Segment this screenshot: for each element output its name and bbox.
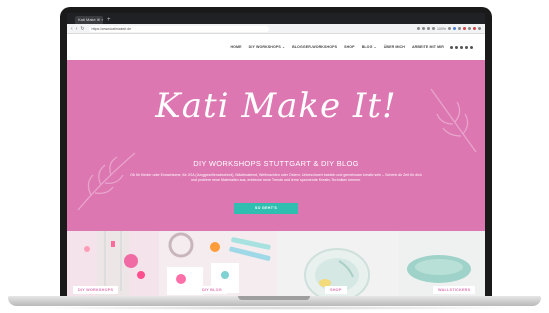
nav-work-with-me[interactable]: ARBEITE MIT MIR [412,45,444,49]
menu-icon[interactable] [478,27,481,30]
nav-blog[interactable]: BLOG ⌄ [362,45,377,49]
site-logo[interactable]: Kati Make It! [67,86,485,126]
extension-icon[interactable] [448,27,451,30]
laptop-notch [238,296,310,300]
social-links [450,45,473,49]
laptop-screen: Kati Make It! × + ‹ › ↻ https://www.kati… [67,13,485,297]
extension-icon[interactable] [453,27,456,30]
tile-wallstickers[interactable]: WALLSTICKERS [399,231,485,297]
instagram-icon[interactable] [455,45,458,49]
browser-toolbar: 100% [417,27,481,31]
browser-tab-bar: Kati Make It! × + [67,13,485,24]
nav-blogger-workshops[interactable]: BLOGGER-WORKSHOPS [292,45,337,49]
extension-icon[interactable] [417,27,421,30]
cta-button[interactable]: SO GEHT'S [234,203,298,214]
tile-diy-blog[interactable]: DIY BLOG [159,231,277,297]
extension-icon[interactable] [468,27,471,30]
hero-description: Ob für Kinder oder Erwachsene, für JGA (… [130,173,422,183]
extension-icon[interactable] [458,27,461,30]
zoom-level[interactable]: 100% [437,27,446,31]
extension-icon[interactable] [463,27,466,30]
browser-address-bar: ‹ › ↻ https://www.katimakeit.de 100% [67,24,485,34]
tile-label[interactable]: DIY BLOG [197,286,227,294]
nav-home[interactable]: HOME [230,45,241,49]
back-arrow-icon[interactable]: ‹ [71,26,73,32]
email-icon[interactable] [465,45,468,49]
search-icon[interactable] [470,45,473,49]
forward-arrow-icon[interactable]: › [76,26,78,32]
reload-icon[interactable]: ↻ [80,26,84,32]
browser-tab[interactable]: Kati Make It! × [75,16,103,24]
browser-nav-buttons: ‹ › ↻ [71,26,85,32]
new-tab-button[interactable]: + [107,16,111,24]
hero-section: Kati Make It! DIY WORKSHOPS STUTTGART & … [67,60,485,231]
tile-diy-workshops[interactable]: DIY WORKSHOPS [67,231,159,297]
tile-shop[interactable]: SHOP [277,231,399,297]
tile-label[interactable]: SHOP [325,286,347,294]
facebook-icon[interactable] [450,45,453,49]
extension-icon[interactable] [427,27,431,30]
extension-icon[interactable] [432,27,436,30]
url-input[interactable]: https://www.katimakeit.de [88,25,269,32]
pinterest-icon[interactable] [460,45,463,49]
tile-label[interactable]: DIY WORKSHOPS [73,286,119,294]
nav-shop[interactable]: SHOP [344,45,355,49]
extension-icon[interactable] [422,27,426,30]
category-tiles: DIY WORKSHOPS DIY BLOG SHOP WALLSTICKERS [67,231,485,297]
laptop-shadow [20,306,530,310]
nav-diy-workshops[interactable]: DIY WORKSHOPS ⌄ [249,45,285,49]
extension-icon[interactable] [473,27,476,30]
tile-label[interactable]: WALLSTICKERS [433,286,476,294]
nav-about[interactable]: ÜBER MICH [384,45,405,49]
hero-title: DIY WORKSHOPS STUTTGART & DIY BLOG [193,159,359,168]
site-navigation: HOME DIY WORKSHOPS ⌄ BLOGGER-WORKSHOPS S… [67,34,485,60]
